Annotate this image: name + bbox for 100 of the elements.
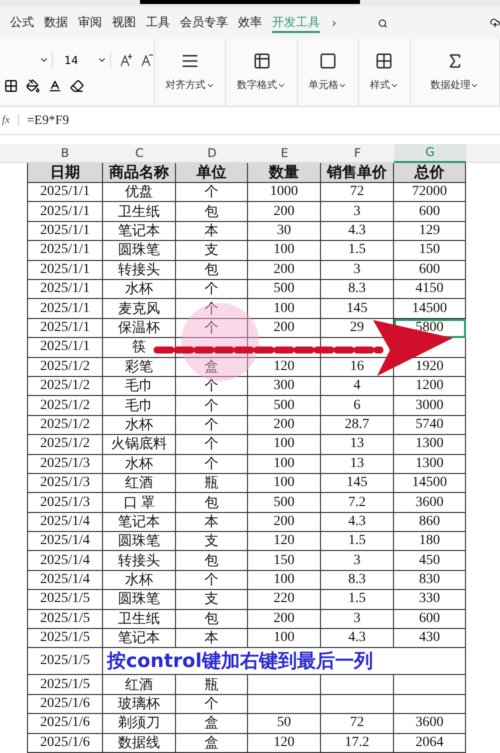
table-cell: 水杯 xyxy=(103,416,176,436)
table-cell: 830 xyxy=(394,570,466,590)
table-cell: 1200 xyxy=(394,376,466,396)
table-cell: 包 xyxy=(176,493,248,513)
column-header[interactable]: C xyxy=(103,144,176,164)
table-cell: 2025/1/6 xyxy=(27,694,103,714)
table-cell: 保温杯 xyxy=(103,318,176,338)
table-cell: 包 xyxy=(176,551,248,571)
table-cell: 100 xyxy=(248,241,321,261)
table-cell: 72000 xyxy=(394,183,466,202)
table-cell: 2025/1/1 xyxy=(27,260,103,280)
fill-color-icon[interactable] xyxy=(26,79,40,94)
table-cell: 7.2 xyxy=(321,493,394,513)
table-cell: 彩笔 xyxy=(103,358,176,377)
header-cell: 数量 xyxy=(248,163,321,184)
table-cell: 1.5 xyxy=(321,590,394,610)
ribbon-group-button[interactable]: 对齐方式 xyxy=(155,38,226,106)
table-cell: 2025/1/2 xyxy=(27,396,103,416)
table-cell: 2025/1/4 xyxy=(27,532,103,552)
table-cell: 17.2 xyxy=(321,734,394,753)
table-cell: 笔记本 xyxy=(103,222,176,242)
table-cell: 本 xyxy=(176,629,248,648)
ribbon-group-button[interactable]: 样式 xyxy=(359,38,411,106)
table-cell: 2025/1/3 xyxy=(27,474,103,494)
table-cell: 2025/1/3 xyxy=(27,454,103,474)
table-cell: 14500 xyxy=(394,474,466,494)
style-icon xyxy=(375,52,394,70)
table-cell: 个 xyxy=(176,280,248,300)
table-cell: 笔记本 xyxy=(103,512,176,532)
table-cell: 筷 xyxy=(103,338,176,358)
table-cell: 转接头 xyxy=(103,551,176,571)
menu-tab[interactable]: 视图 xyxy=(112,14,136,33)
table-cell: 瓶 xyxy=(176,675,248,695)
table-cell: 430 xyxy=(394,629,466,648)
table-cell: 盒 xyxy=(176,714,248,734)
shrink-font-icon[interactable] xyxy=(140,53,154,68)
menu-tab[interactable]: 审阅 xyxy=(78,14,102,33)
table-cell: 500 xyxy=(248,493,321,513)
font-color-icon[interactable] xyxy=(48,79,62,94)
table-cell: 包 xyxy=(176,610,248,630)
table-cell: 200 xyxy=(248,202,321,222)
table-cell: 2025/1/1 xyxy=(27,299,103,319)
table-cell: 卫生纸 xyxy=(103,202,176,222)
table-cell: 2025/1/4 xyxy=(27,551,103,571)
table-cell: 120 xyxy=(248,734,321,753)
table-cell: 120 xyxy=(248,532,321,552)
ribbon-group-button[interactable]: 数据处理 xyxy=(410,38,500,106)
table-cell: 1300 xyxy=(394,454,466,474)
table-cell: 红酒 xyxy=(103,474,176,494)
menu-tab[interactable]: 效率 xyxy=(238,14,262,33)
table-cell: 30 xyxy=(248,222,321,242)
ribbon-group-button[interactable]: 数字格式 xyxy=(226,38,298,106)
eraser-icon[interactable] xyxy=(70,79,84,94)
border-icon[interactable] xyxy=(4,79,18,94)
table-cell: 圆珠笔 xyxy=(103,532,176,552)
table-cell: 本 xyxy=(176,222,248,242)
header-cell: 日期 xyxy=(27,163,103,184)
table-cell: 剃须刀 xyxy=(103,714,176,734)
column-header[interactable]: D xyxy=(176,144,248,164)
grow-font-icon[interactable] xyxy=(118,53,132,68)
table-cell: 600 xyxy=(394,610,466,630)
table-cell: 3 xyxy=(321,551,394,571)
table-cell: 笔记本 xyxy=(103,629,176,648)
table-cell: 2025/1/4 xyxy=(27,512,103,532)
table-cell: 14500 xyxy=(394,299,466,319)
header-cell: 商品名称 xyxy=(103,163,176,184)
table-cell: 4.3 xyxy=(321,512,394,532)
table-cell: 2025/1/5 xyxy=(27,675,103,695)
table-cell: 2025/1/5 xyxy=(27,610,103,630)
column-header[interactable]: E xyxy=(248,144,321,164)
table-cell: 个 xyxy=(176,570,248,590)
column-header[interactable]: F xyxy=(321,144,394,164)
ribbon-group-button[interactable]: 单元格 xyxy=(298,38,360,106)
table-cell: 个 xyxy=(176,416,248,436)
table-cell: 330 xyxy=(394,590,466,610)
table-cell: 200 xyxy=(248,416,321,436)
table-cell: 100 xyxy=(248,435,321,455)
table-cell: 2025/1/6 xyxy=(27,734,103,753)
table-cell: 50 xyxy=(248,714,321,734)
column-header[interactable]: G xyxy=(394,144,466,164)
table-cell: 2025/1/5 xyxy=(27,648,103,676)
table-cell: 2025/1/1 xyxy=(27,222,103,242)
table-cell: 8.3 xyxy=(321,570,394,590)
menu-tab[interactable]: 公式 xyxy=(10,14,34,33)
table-cell: 卫生纸 xyxy=(103,610,176,630)
table-cell: 129 xyxy=(394,222,466,242)
font-size-field[interactable]: 14 xyxy=(61,51,110,70)
table-cell: 圆珠笔 xyxy=(103,241,176,261)
table-cell: 2025/1/1 xyxy=(27,183,103,202)
table-cell: 3 xyxy=(321,202,394,222)
header-cell: 销售单价 xyxy=(321,163,394,184)
menu-tab[interactable]: 会员专享 xyxy=(180,14,228,33)
table-cell: 1000 xyxy=(248,183,321,202)
menu-tab[interactable]: 数据 xyxy=(44,14,68,33)
menu-tab[interactable]: 工具 xyxy=(146,14,170,33)
table-cell: 口 罩 xyxy=(103,493,176,513)
column-header[interactable]: B xyxy=(27,144,103,164)
header-cell: 总价 xyxy=(394,163,466,184)
table-cell: 300 xyxy=(248,376,321,396)
table-cell: 72 xyxy=(321,183,394,202)
